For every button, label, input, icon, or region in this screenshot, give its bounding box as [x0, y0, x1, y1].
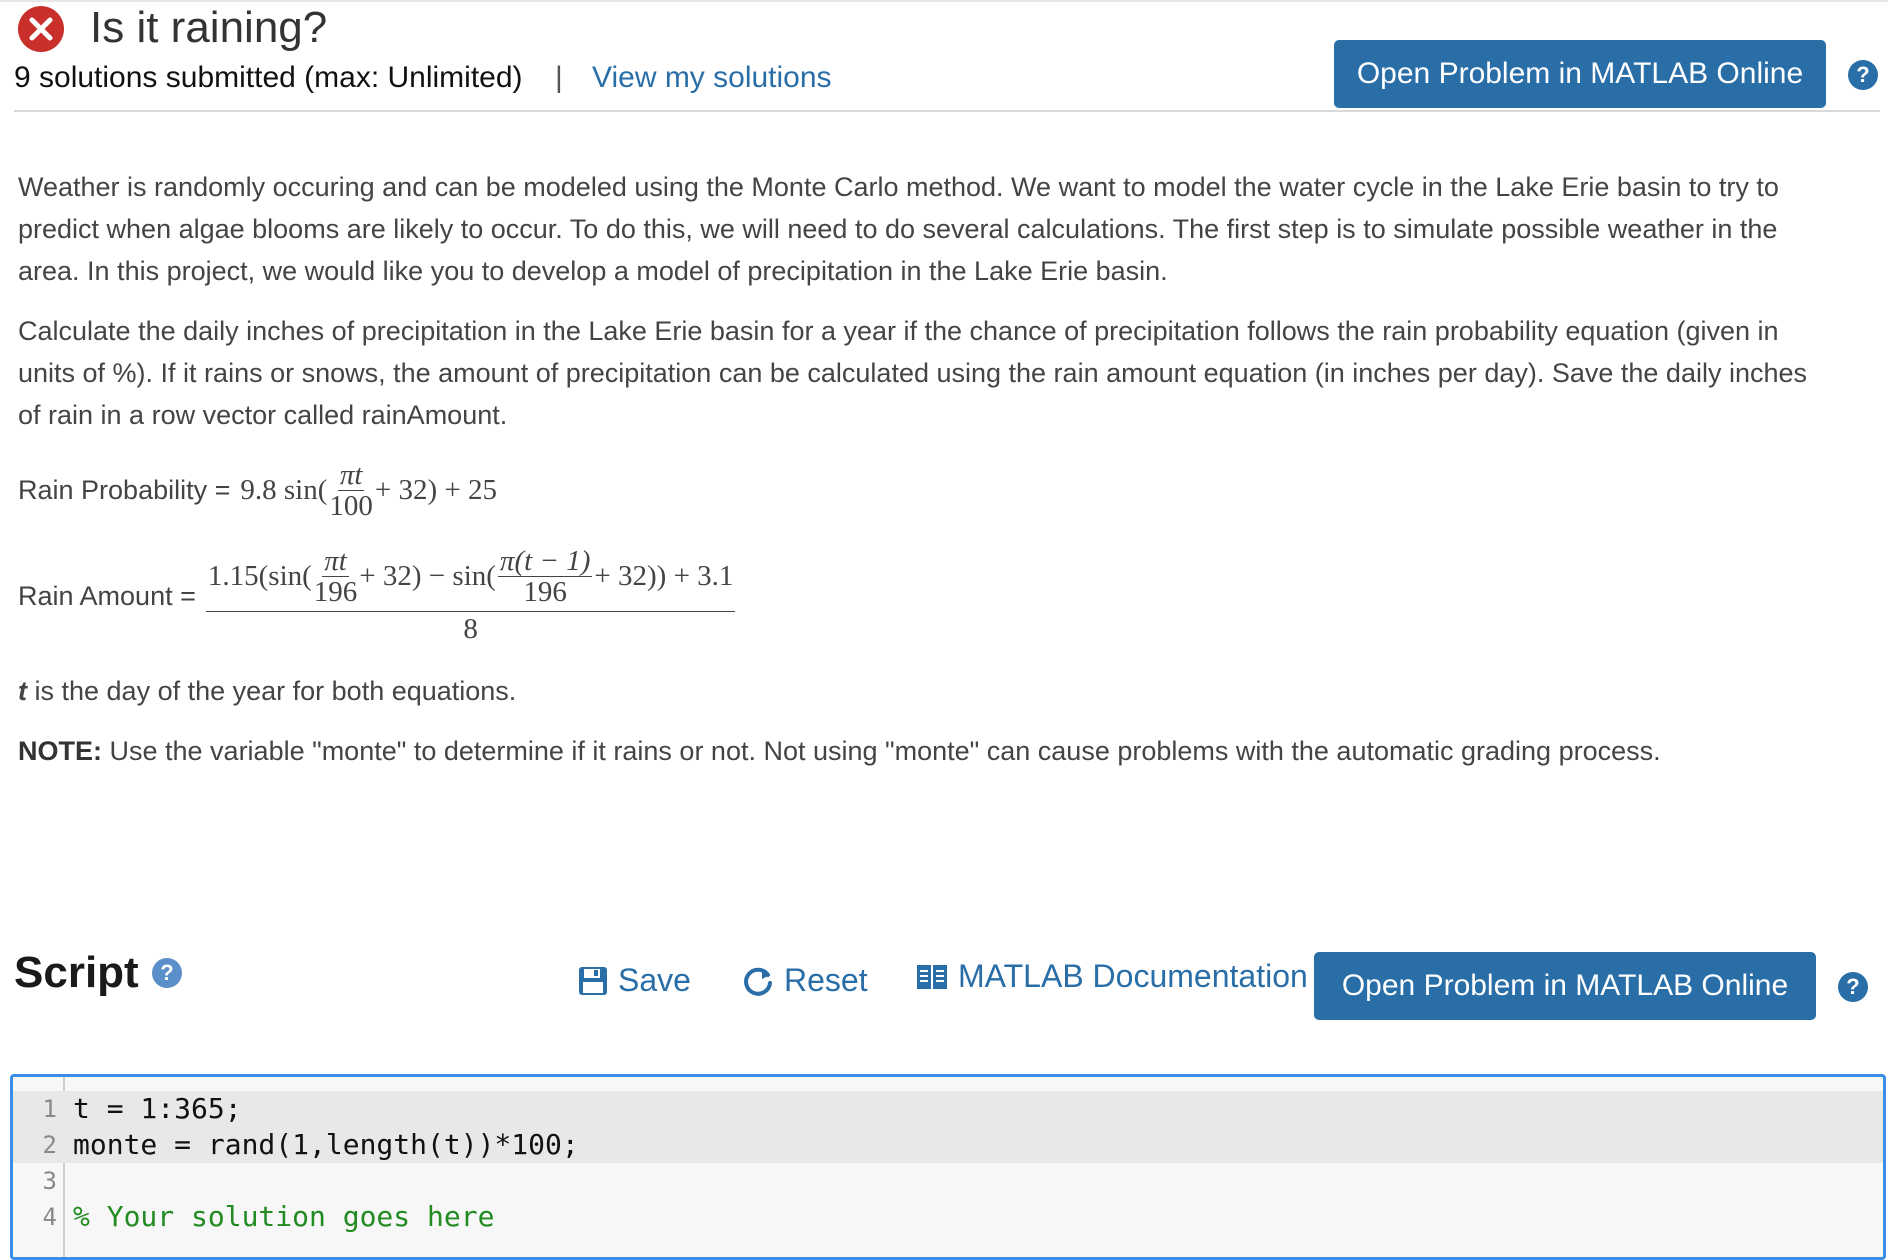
- eq2-denominator: 8: [463, 613, 478, 645]
- code-line[interactable]: 3: [13, 1163, 1883, 1199]
- t-variable-description: is the day of the year for both equation…: [27, 676, 517, 706]
- error-x-icon: [18, 6, 64, 52]
- code-comment[interactable]: % Your solution goes here: [73, 1199, 494, 1235]
- page-title: Is it raining?: [90, 3, 328, 52]
- script-open-in-matlab-online-button[interactable]: Open Problem in MATLAB Online: [1314, 952, 1816, 1020]
- description-paragraph-1: Weather is randomly occuring and can be …: [18, 172, 1779, 286]
- description-paragraph-2: Calculate the daily inches of precipitat…: [18, 316, 1808, 430]
- eq2-fraction-2: π(t − 1) 196: [497, 545, 593, 608]
- eq2-f1-denominator: 196: [313, 576, 358, 608]
- eq2-part-b: + 32) − sin(: [359, 560, 496, 592]
- grading-note: NOTE: Use the variable "monte" to determ…: [18, 730, 1818, 772]
- line-number: 2: [42, 1131, 57, 1159]
- eq2-numerator: 1.15(sin( πt 196 + 32) − sin( π(t − 1) 1…: [205, 545, 736, 612]
- floppy-disk-icon: [579, 966, 607, 995]
- eq2-f2-denominator: 196: [523, 576, 567, 608]
- script-help-icon[interactable]: ?: [152, 958, 182, 988]
- note-label: NOTE:: [18, 736, 102, 766]
- eq1-post: + 32) + 25: [374, 474, 497, 506]
- code-text[interactable]: monte = rand(1,length(t))*100;: [73, 1127, 579, 1163]
- eq2-part-c: + 32)) + 3.1: [594, 560, 734, 592]
- eq2-f1-numerator: πt: [322, 545, 349, 577]
- eq1-pre: 9.8 sin(: [240, 474, 328, 506]
- reset-label: Reset: [784, 962, 868, 998]
- t-variable-note: t is the day of the year for both equati…: [18, 670, 1818, 712]
- docs-label: MATLAB Documentation: [958, 958, 1308, 994]
- save-label: Save: [618, 962, 691, 998]
- book-icon: [917, 964, 947, 989]
- eq1-label: Rain Probability =: [18, 475, 231, 505]
- code-line[interactable]: 1 t = 1:365;: [13, 1091, 1883, 1127]
- eq2-big-fraction: 1.15(sin( πt 196 + 32) − sin( π(t − 1) 1…: [205, 545, 736, 646]
- line-number: 3: [42, 1167, 57, 1195]
- eq2-fraction-1: πt 196: [314, 546, 358, 607]
- refresh-icon: [744, 967, 772, 996]
- eq2-part-a: 1.15(sin(: [207, 560, 312, 592]
- rain-amount-equation: Rain Amount = 1.15(sin( πt 196 + 32) − s…: [18, 545, 736, 646]
- code-text[interactable]: t = 1:365;: [73, 1091, 242, 1127]
- script-heading: Script: [14, 948, 139, 997]
- reset-button[interactable]: Reset: [742, 962, 868, 999]
- code-editor[interactable]: 1 t = 1:365; 2 monte = rand(1,length(t))…: [10, 1074, 1886, 1260]
- code-line[interactable]: 4 % Your solution goes here: [13, 1199, 1883, 1235]
- t-variable: t: [18, 676, 27, 706]
- eq2-f2-numerator: π(t − 1): [497, 545, 593, 577]
- script-toolbar-help-icon[interactable]: ?: [1838, 972, 1868, 1002]
- solutions-summary: 9 solutions submitted (max: Unlimited): [14, 61, 523, 94]
- line-number: 4: [42, 1203, 57, 1231]
- eq1-fraction: πt 100: [329, 460, 373, 521]
- header-divider: [14, 110, 1880, 112]
- eq1-denominator: 100: [329, 490, 373, 522]
- open-in-matlab-online-button[interactable]: Open Problem in MATLAB Online: [1334, 40, 1826, 108]
- rain-probability-equation: Rain Probability = 9.8 sin( πt 100 + 32)…: [18, 460, 497, 521]
- code-line[interactable]: 2 monte = rand(1,length(t))*100;: [13, 1127, 1883, 1163]
- eq2-label: Rain Amount =: [18, 580, 196, 611]
- note-text: Use the variable "monte" to determine if…: [102, 736, 1661, 766]
- view-my-solutions-link[interactable]: View my solutions: [592, 58, 832, 98]
- line-number: 1: [42, 1095, 57, 1123]
- eq1-numerator: πt: [337, 459, 365, 491]
- help-icon[interactable]: ?: [1848, 60, 1878, 90]
- separator: |: [555, 61, 563, 94]
- save-button[interactable]: Save: [578, 962, 691, 999]
- matlab-documentation-link[interactable]: MATLAB Documentation: [916, 958, 1308, 995]
